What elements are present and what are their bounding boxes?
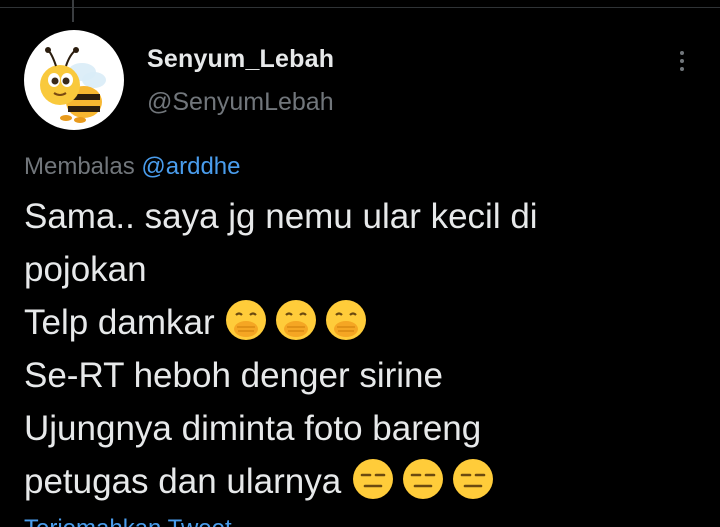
expressionless-face-icon bbox=[401, 457, 445, 501]
avatar[interactable] bbox=[24, 30, 124, 130]
author-display-name[interactable]: Senyum_Lebah bbox=[147, 45, 334, 74]
tweet-line-3-text: Telp damkar bbox=[24, 303, 215, 342]
tweet-line-4: Se-RT heboh denger sirine bbox=[24, 356, 443, 395]
author-handle[interactable]: @SenyumLebah bbox=[147, 88, 334, 117]
translate-tweet-link[interactable]: Terjemahkan Tweet bbox=[24, 515, 232, 527]
expressionless-face-icon bbox=[451, 457, 495, 501]
tweet-text: Sama.. saya jg nemu ular kecil di pojoka… bbox=[24, 190, 704, 508]
tweet-line-3: Telp damkar bbox=[24, 296, 704, 349]
thread-connector-line bbox=[72, 0, 74, 22]
tweet-line-6-text: petugas dan ularnya bbox=[24, 462, 342, 501]
face-with-hand-over-mouth-icon bbox=[274, 298, 318, 342]
reply-mention-link[interactable]: @arddhe bbox=[141, 153, 240, 180]
tweet-line-6: petugas dan ularnya bbox=[24, 455, 704, 508]
more-options-icon bbox=[680, 51, 684, 55]
tweet-line-1: Sama.. saya jg nemu ular kecil di bbox=[24, 197, 538, 236]
top-divider bbox=[0, 7, 720, 8]
more-options-button[interactable] bbox=[668, 46, 696, 76]
face-with-hand-over-mouth-icon bbox=[224, 298, 268, 342]
reply-prefix: Membalas bbox=[24, 153, 135, 180]
reply-context: Membalas @arddhe bbox=[24, 153, 240, 181]
tweet-line-5: Ujungnya diminta foto bareng bbox=[24, 409, 482, 448]
bee-mascot-icon bbox=[40, 47, 106, 123]
tweet-line-2: pojokan bbox=[24, 250, 147, 289]
face-with-hand-over-mouth-icon bbox=[324, 298, 368, 342]
expressionless-face-icon bbox=[351, 457, 395, 501]
